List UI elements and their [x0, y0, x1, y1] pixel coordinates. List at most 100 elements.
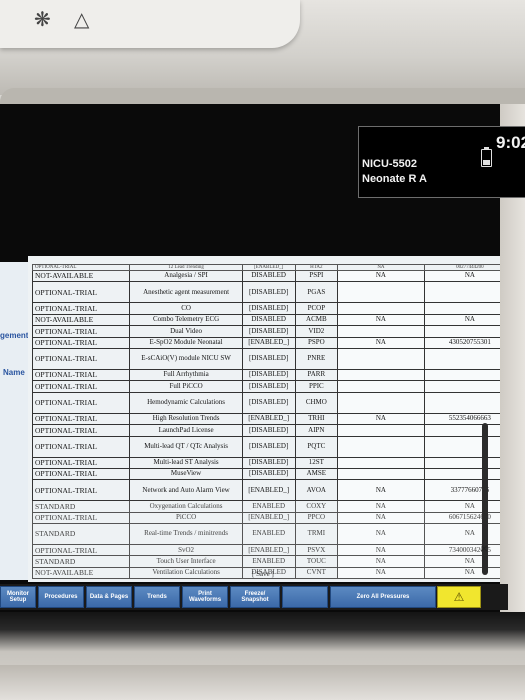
key-cell[interactable]: NA: [337, 500, 425, 513]
key-cell[interactable]: [337, 347, 425, 370]
table-row[interactable]: STANDARD Touch User Interface ENABLED TOUC N…: [31, 555, 500, 568]
serial-cell[interactable]: 552354066663: [423, 412, 500, 426]
serial-cell[interactable]: [423, 380, 500, 393]
serial-cell[interactable]: [423, 424, 500, 437]
serial-cell[interactable]: [423, 435, 500, 458]
serial-cell[interactable]: NA: [423, 500, 500, 513]
status-cell: OPTIONAL-TRIAL: [31, 380, 131, 393]
table-row[interactable]: OPTIONAL-TRIAL Multi-lead ST Analysis [DIS…: [31, 456, 500, 469]
state-cell: [ENABLED_]: [241, 479, 296, 502]
key-cell[interactable]: [337, 325, 425, 338]
toolbar-button[interactable]: Zero All Pressures: [330, 586, 436, 608]
table-row[interactable]: STANDARD Oxygenation Calculations ENABLED C…: [31, 500, 500, 513]
table-row[interactable]: OPTIONAL-TRIAL Full Arrhythmia [DISABLED] P…: [31, 368, 500, 382]
key-cell[interactable]: [337, 281, 425, 304]
toolbar-button[interactable]: Data & Pages: [86, 586, 132, 608]
table-row[interactable]: STANDARD Real-time Trends / minitrends ENA…: [31, 523, 500, 546]
serial-cell[interactable]: [423, 368, 500, 382]
toolbar-button[interactable]: Trends: [134, 586, 180, 608]
table-row[interactable]: OPTIONAL-TRIAL Dual Video [DISABLED] VID2: [31, 325, 500, 338]
table-row[interactable]: OPTIONAL-TRIAL CO [DISABLED] PCOP: [31, 302, 500, 315]
serial-cell[interactable]: 430520755301: [423, 336, 500, 349]
table-row[interactable]: OPTIONAL-TRIAL Full PiCCO [DISABLED] PPIC: [31, 380, 500, 393]
table-row[interactable]: OPTIONAL-TRIAL Hemodynamic Calculations [D…: [31, 391, 500, 414]
key-cell[interactable]: [337, 456, 425, 469]
toolbar-button[interactable]: Print Waveforms: [182, 586, 228, 608]
code-cell: PSVX: [294, 544, 339, 557]
serial-cell[interactable]: 734000342695: [423, 544, 500, 557]
feature-name-cell: Full PiCCO: [129, 380, 243, 393]
serial-cell[interactable]: [423, 467, 500, 481]
close-icon[interactable]: ✕: [480, 544, 488, 555]
table-row[interactable]: OPTIONAL-TRIAL SvO2 [ENABLED_] PSVX NA 734000…: [31, 544, 500, 557]
serial-cell[interactable]: NA: [423, 555, 500, 568]
key-cell[interactable]: NA: [337, 523, 425, 546]
side-menu-name[interactable]: Name: [3, 368, 25, 377]
key-cell[interactable]: [337, 435, 425, 458]
feature-name-cell: Multi-lead ST Analysis: [129, 456, 243, 469]
serial-cell[interactable]: [423, 281, 500, 304]
key-cell[interactable]: [337, 368, 425, 382]
serial-cell[interactable]: [423, 347, 500, 370]
status-cell: OPTIONAL-TRIAL: [31, 424, 131, 437]
code-cell: PSPI: [294, 269, 339, 283]
table-row[interactable]: OPTIONAL-TRIAL E-SpO2 Module Neonatal [ENA…: [31, 336, 500, 349]
side-menu-management[interactable]: gement: [0, 331, 28, 340]
table-row[interactable]: OPTIONAL-TRIAL LaunchPad License [DISABLED…: [31, 424, 500, 437]
feature-name-cell: MuseView: [129, 467, 243, 481]
serial-cell[interactable]: NA: [423, 313, 500, 327]
table-row[interactable]: OPTIONAL-TRIAL PiCCO [ENABLED_] PPCO NA 60671…: [31, 511, 500, 525]
table-row[interactable]: OPTIONAL-TRIAL E-sCAiO(V) module NICU SW[…: [31, 347, 500, 370]
key-cell[interactable]: [337, 302, 425, 315]
alarm-warning-icon[interactable]: ⚠: [437, 586, 481, 608]
state-cell: [ENABLED_]: [241, 412, 296, 426]
feature-name-cell: Real-time Trends / minitrends: [129, 523, 243, 546]
key-cell[interactable]: NA: [337, 511, 425, 525]
alarm-triangle-icon[interactable]: △: [74, 10, 89, 30]
key-cell[interactable]: NA: [337, 336, 425, 349]
toolbar-button[interactable]: Monitor Setup: [0, 586, 36, 608]
table-row[interactable]: OPTIONAL-TRIAL MuseView [DISABLED] AMSE: [31, 467, 500, 481]
alarm-bell-icon[interactable]: ❋: [34, 10, 51, 30]
code-cell: CHMO: [294, 391, 339, 414]
toolbar-button[interactable]: [282, 586, 328, 608]
serial-cell[interactable]: [423, 456, 500, 469]
table-row[interactable]: NOT-AVAILABLE Analgesia / SPI DISABLED PSPI…: [31, 269, 500, 283]
key-cell[interactable]: NA: [337, 555, 425, 568]
table-row[interactable]: OPTIONAL-TRIAL High Resolution Trends [ENA…: [31, 412, 500, 426]
table-row[interactable]: OPTIONAL-TRIAL Anesthetic agent measureme…: [31, 281, 500, 304]
serial-cell[interactable]: [423, 302, 500, 315]
key-cell[interactable]: NA: [337, 313, 425, 327]
key-cell[interactable]: [337, 380, 425, 393]
toolbar-button[interactable]: Procedures: [38, 586, 84, 608]
table-row[interactable]: OPTIONAL-TRIAL Multi-lead QT / QTc Analys…: [31, 435, 500, 458]
toolbar-button[interactable]: Freeze/ Snapshot: [230, 586, 280, 608]
feature-name-cell: Network and Auto Alarm View: [129, 479, 243, 502]
key-cell[interactable]: [337, 467, 425, 481]
feature-name-cell: E-SpO2 Module Neonatal: [129, 336, 243, 349]
state-cell: [DISABLED]: [241, 456, 296, 469]
key-cell[interactable]: [337, 391, 425, 414]
key-cell[interactable]: NA: [337, 566, 425, 580]
key-cell[interactable]: NA: [337, 269, 425, 283]
code-cell: VID2: [294, 325, 339, 338]
serial-cell[interactable]: NA: [423, 566, 500, 580]
key-cell[interactable]: NA: [337, 412, 425, 426]
serial-cell[interactable]: [423, 391, 500, 414]
state-cell: [DISABLED]: [241, 380, 296, 393]
key-cell[interactable]: NA: [337, 479, 425, 502]
save-button[interactable]: [ Save ]: [252, 570, 274, 578]
serial-cell[interactable]: [423, 325, 500, 338]
status-cell: OPTIONAL-TRIAL: [31, 544, 131, 557]
table-row[interactable]: OPTIONAL-TRIAL Network and Auto Alarm Vie…: [31, 479, 500, 502]
serial-cell[interactable]: 33777660726: [423, 479, 500, 502]
key-cell[interactable]: NA: [337, 544, 425, 557]
serial-cell[interactable]: NA: [423, 269, 500, 283]
serial-cell[interactable]: 606715624640: [423, 511, 500, 525]
key-cell[interactable]: [337, 424, 425, 437]
serial-cell[interactable]: NA: [423, 523, 500, 546]
state-cell: [DISABLED]: [241, 302, 296, 315]
code-cell: TOUC: [294, 555, 339, 568]
table-row[interactable]: NOT-AVAILABLE Combo Telemetry ECG DISABLED…: [31, 313, 500, 327]
feature-name-cell: PiCCO: [129, 511, 243, 525]
